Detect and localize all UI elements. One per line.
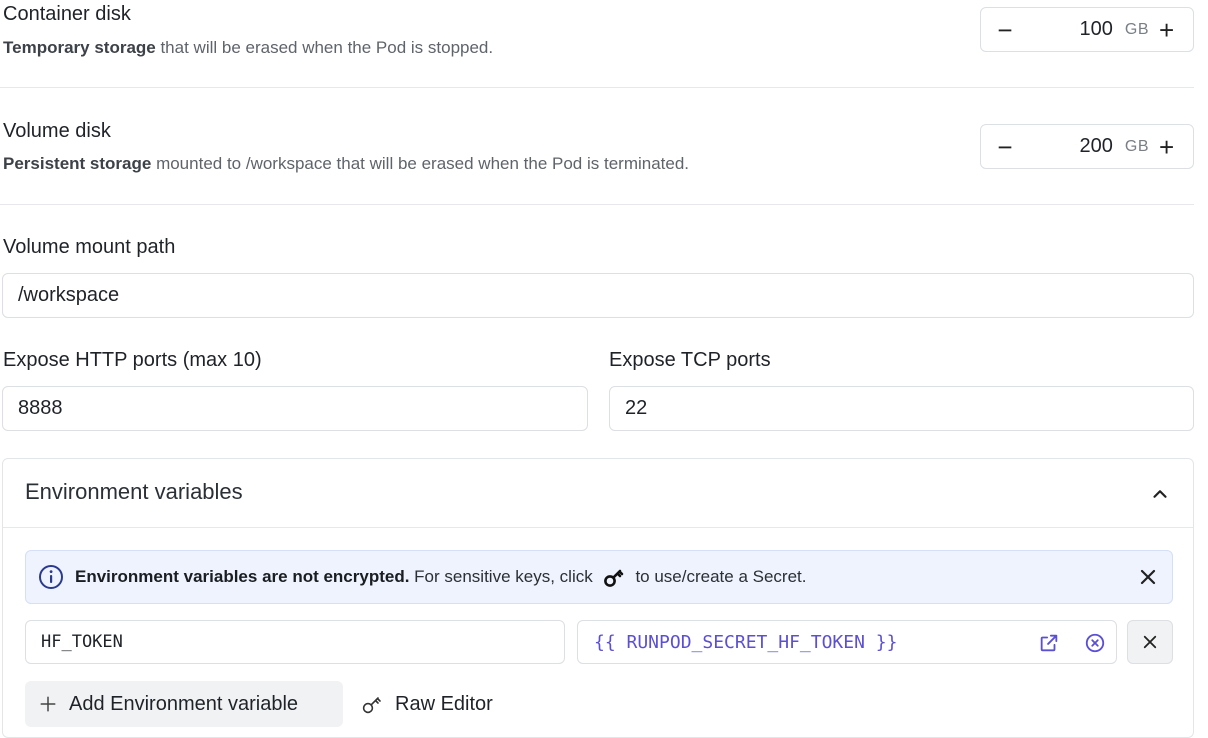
env-value-input[interactable]: {{ RUNPOD_SECRET_HF_TOKEN }} (577, 620, 1117, 664)
info-icon (39, 565, 63, 589)
raw-editor-button[interactable]: Raw Editor (361, 681, 493, 727)
volume-disk-increment-button[interactable]: + (1159, 134, 1193, 160)
http-ports-label: Expose HTTP ports (max 10) (3, 349, 262, 371)
key-icon (604, 569, 624, 587)
container-disk-increment-button[interactable]: + (1159, 17, 1193, 43)
banner-bold-text: Environment variables are not encrypted. (75, 567, 410, 586)
plus-icon (40, 696, 56, 712)
add-env-variable-label: Add Environment variable (69, 692, 299, 715)
chevron-up-icon[interactable] (1149, 483, 1171, 505)
env-variables-title: Environment variables (25, 479, 243, 504)
clear-circle-icon[interactable] (1084, 632, 1106, 654)
mount-path-label: Volume mount path (3, 236, 176, 258)
container-disk-description: Temporary storage that will be erased wh… (3, 38, 493, 58)
mount-path-input[interactable]: /workspace (2, 273, 1194, 318)
info-banner: Environment variables are not encrypted.… (25, 550, 1173, 604)
volume-disk-desc-rest: mounted to /workspace that will be erase… (151, 154, 690, 173)
container-disk-desc-bold: Temporary storage (3, 38, 156, 57)
container-disk-desc-rest: that will be erased when the Pod is stop… (155, 38, 494, 57)
volume-disk-unit: GB (1124, 137, 1149, 155)
env-value-text: {{ RUNPOD_SECRET_HF_TOKEN }} (594, 631, 898, 653)
divider (0, 204, 1194, 205)
banner-text-pre: For sensitive keys, click (409, 567, 598, 586)
volume-disk-title: Volume disk (3, 120, 111, 142)
volume-disk-stepper: − 200 GB + (980, 124, 1194, 169)
raw-editor-label: Raw Editor (395, 692, 493, 715)
close-icon (1143, 635, 1157, 649)
volume-disk-desc-bold: Persistent storage (3, 154, 152, 173)
container-disk-stepper: − 100 GB + (980, 7, 1194, 52)
banner-text-post: to use/create a Secret. (635, 567, 807, 586)
add-env-variable-button[interactable]: Add Environment variable (25, 681, 343, 727)
env-variables-panel: Environment variables Environment variab… (2, 458, 1194, 738)
container-disk-title: Container disk (3, 3, 131, 25)
container-disk-unit: GB (1124, 20, 1149, 38)
volume-disk-value[interactable]: 200 (1029, 135, 1125, 158)
volume-disk-description: Persistent storage mounted to /workspace… (3, 154, 689, 174)
tcp-ports-label: Expose TCP ports (609, 349, 771, 371)
env-key-input[interactable]: HF_TOKEN (25, 620, 565, 664)
key-icon (362, 697, 381, 714)
divider (0, 87, 1194, 88)
close-icon[interactable] (1136, 565, 1160, 589)
container-disk-decrement-button[interactable]: − (981, 17, 1029, 43)
tcp-ports-input[interactable]: 22 (609, 386, 1194, 431)
container-disk-value[interactable]: 100 (1029, 18, 1125, 41)
http-ports-input[interactable]: 8888 (2, 386, 588, 431)
external-link-icon[interactable] (1038, 632, 1060, 654)
delete-env-variable-button[interactable] (1127, 620, 1173, 664)
volume-disk-decrement-button[interactable]: − (981, 134, 1029, 160)
env-header-divider (3, 527, 1193, 528)
